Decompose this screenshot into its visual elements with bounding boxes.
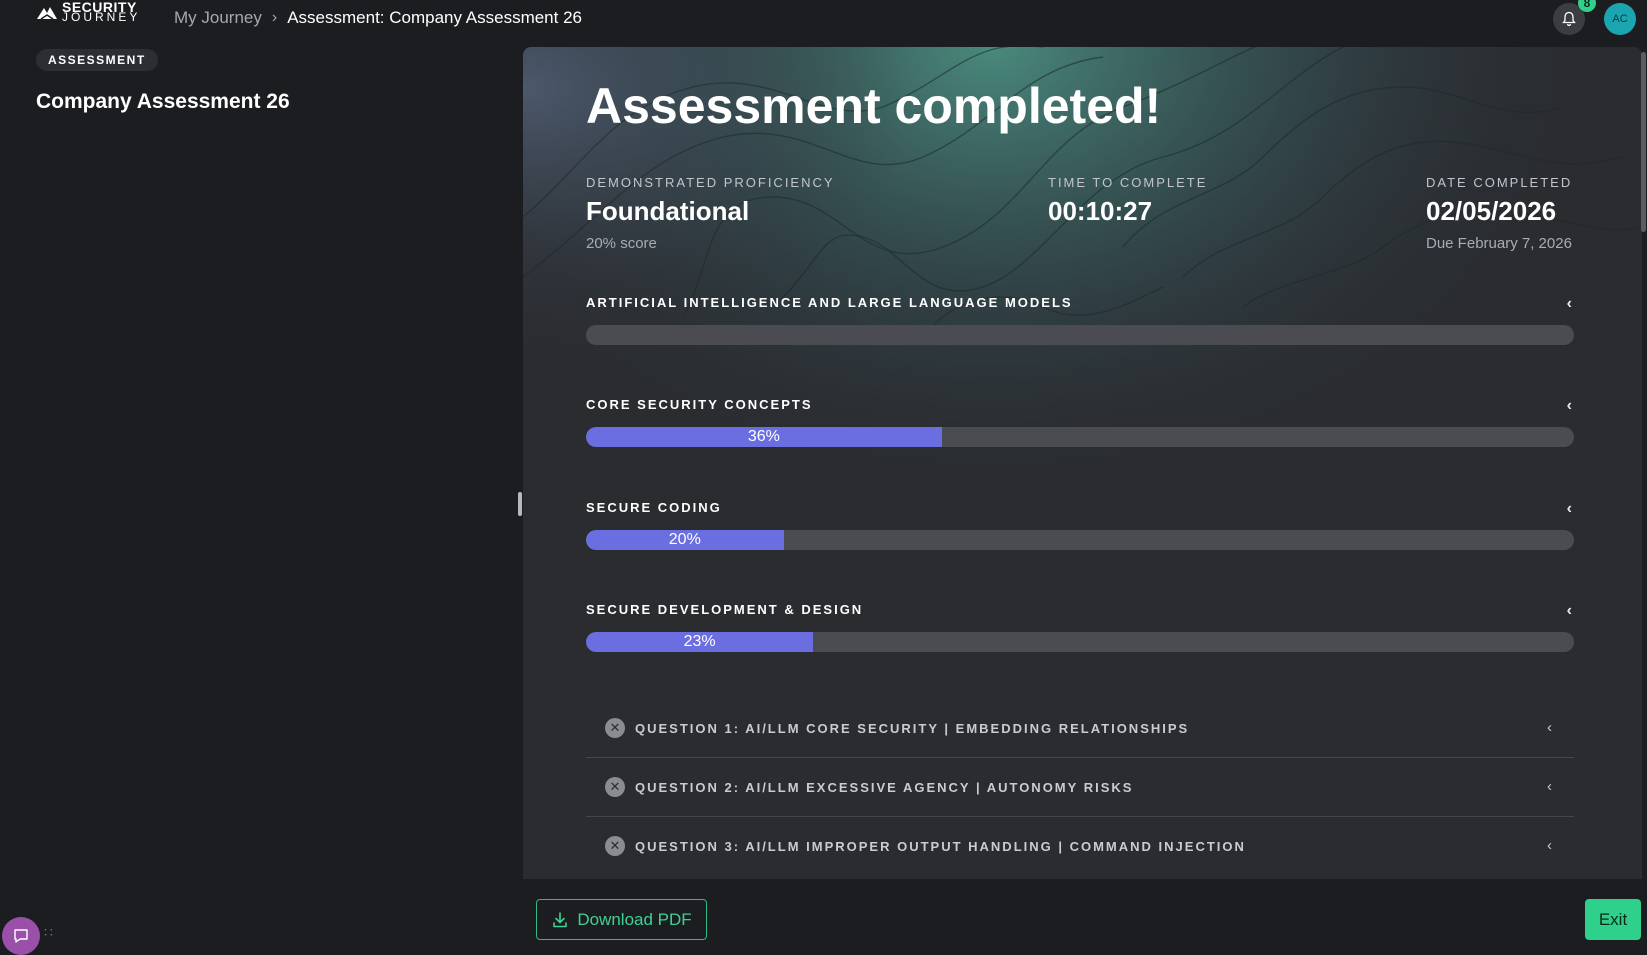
topic-label: CORE SECURITY CONCEPTS (586, 397, 813, 412)
question-label: QUESTION 3: AI/LLM IMPROPER OUTPUT HANDL… (635, 838, 1246, 854)
chevron-left-icon[interactable]: ‹ (1567, 295, 1574, 313)
progress-bar (586, 325, 1574, 345)
download-icon (553, 911, 568, 927)
mountain-logo-icon (37, 7, 57, 20)
stat-time: TIME TO COMPLETE 00:10:27 (1048, 175, 1207, 227)
assessment-tag: ASSESSMENT (36, 49, 158, 71)
chevron-left-icon[interactable]: ‹ (1547, 837, 1552, 854)
logo-line2: JOURNEY (62, 10, 141, 24)
progress-bar: 20% (586, 530, 1574, 550)
drag-handle-icon[interactable]: ∷ (44, 924, 53, 941)
progress-text: 20% (668, 531, 701, 548)
bell-icon (1562, 11, 1576, 27)
topic-secure-coding[interactable]: SECURE CODING ‹ 20% (586, 500, 1574, 550)
scrollbar[interactable] (1641, 52, 1646, 232)
progress-bar: 23% (586, 632, 1574, 652)
chevron-left-icon[interactable]: ‹ (1567, 500, 1574, 518)
stat-value: Foundational (586, 196, 750, 226)
progress-bar: 36% (586, 427, 1574, 447)
question-list: ✕ QUESTION 1: AI/LLM CORE SECURITY | EMB… (586, 699, 1574, 875)
chevron-right-icon: › (271, 9, 278, 26)
footer-bar: Download PDF Exit (523, 879, 1647, 948)
stat-sub: 20% score (586, 235, 657, 252)
chat-button[interactable] (2, 917, 40, 955)
breadcrumb: My Journey › Assessment: Company Assessm… (174, 8, 582, 28)
stat-label: DEMONSTRATED PROFICIENCY (586, 175, 835, 190)
chevron-left-icon[interactable]: ‹ (1567, 602, 1574, 620)
brand-logo[interactable]: SECURITY JOURNEY (36, 0, 140, 24)
chevron-left-icon[interactable]: ‹ (1567, 397, 1574, 415)
breadcrumb-my-journey[interactable]: My Journey (174, 8, 262, 28)
topic-ai-llm[interactable]: ARTIFICIAL INTELLIGENCE AND LARGE LANGUA… (586, 295, 1574, 345)
question-row-1[interactable]: ✕ QUESTION 1: AI/LLM CORE SECURITY | EMB… (586, 699, 1574, 758)
stat-proficiency: DEMONSTRATED PROFICIENCY Foundational 20… (586, 175, 835, 252)
progress-text: 36% (747, 428, 780, 445)
question-label: QUESTION 2: AI/LLM EXCESSIVE AGENCY | AU… (635, 779, 1134, 795)
stat-value: 02/05/2026 (1426, 196, 1557, 226)
avatar[interactable]: AC (1604, 3, 1636, 35)
stat-sub: Due February 7, 2026 (1426, 235, 1572, 252)
stat-label: TIME TO COMPLETE (1048, 175, 1208, 190)
stat-date: DATE COMPLETED 02/05/2026 Due February 7… (1426, 175, 1572, 252)
question-label: QUESTION 1: AI/LLM CORE SECURITY | EMBED… (635, 720, 1190, 736)
question-row-3[interactable]: ✕ QUESTION 3: AI/LLM IMPROPER OUTPUT HAN… (586, 817, 1574, 875)
chat-icon (14, 929, 28, 943)
chevron-left-icon[interactable]: ‹ (1547, 719, 1552, 736)
topic-label: SECURE DEVELOPMENT & DESIGN (586, 602, 864, 617)
topic-core-security[interactable]: CORE SECURITY CONCEPTS ‹ 36% (586, 397, 1574, 447)
topic-label: SECURE CODING (586, 500, 722, 515)
breadcrumb-current: Assessment: Company Assessment 26 (287, 8, 582, 27)
sidebar-title: Company Assessment 26 (36, 90, 290, 113)
question-row-2[interactable]: ✕ QUESTION 2: AI/LLM EXCESSIVE AGENCY | … (586, 758, 1574, 817)
completion-heading: Assessment completed! (586, 78, 1162, 134)
notification-badge: 8 (1578, 0, 1596, 12)
progress-text: 23% (683, 633, 716, 650)
stat-value: 00:10:27 (1048, 196, 1153, 226)
stat-label: DATE COMPLETED (1426, 175, 1573, 190)
top-bar: SECURITY JOURNEY My Journey › Assessment… (0, 0, 1647, 44)
topic-label: ARTIFICIAL INTELLIGENCE AND LARGE LANGUA… (586, 295, 1073, 310)
x-circle-icon: ✕ (605, 836, 625, 856)
x-circle-icon: ✕ (605, 718, 625, 738)
download-pdf-button[interactable]: Download PDF (536, 899, 707, 940)
x-circle-icon: ✕ (605, 777, 625, 797)
download-label: Download PDF (577, 909, 692, 929)
panel-resize-handle[interactable] (518, 492, 522, 516)
topic-secure-development[interactable]: SECURE DEVELOPMENT & DESIGN ‹ 23% (586, 602, 1574, 652)
chevron-left-icon[interactable]: ‹ (1547, 778, 1552, 795)
results-panel: Assessment completed! DEMONSTRATED PROFI… (523, 47, 1642, 879)
exit-button[interactable]: Exit (1585, 899, 1641, 940)
